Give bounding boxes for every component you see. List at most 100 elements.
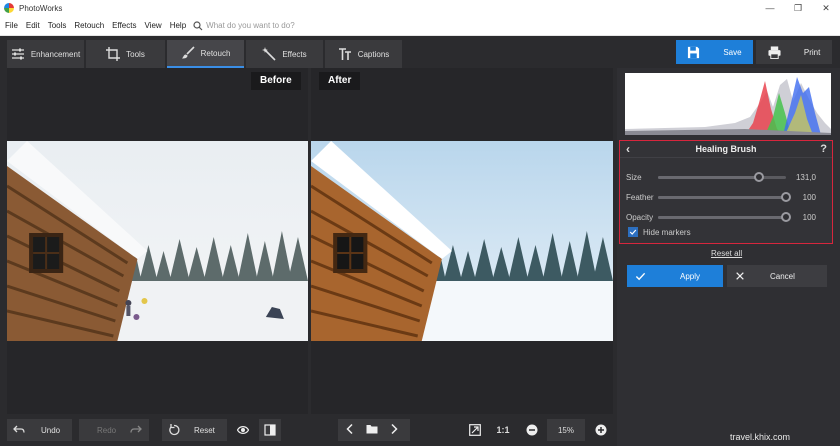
menu-help[interactable]: Help: [167, 21, 189, 30]
tab-retouch-label: Retouch: [200, 48, 231, 58]
print-label: Print: [803, 47, 821, 57]
floppy-disk-icon: [688, 46, 700, 58]
actual-size-button[interactable]: 1:1: [492, 419, 514, 441]
before-pane: Before: [7, 68, 308, 414]
after-photo: [311, 141, 613, 341]
watermark-text: travel.khix.com: [730, 432, 791, 442]
folder-icon: [366, 425, 378, 434]
chevron-left-icon: [346, 423, 353, 435]
healing-brush-title: Healing Brush: [695, 144, 757, 154]
healing-brush-header: ‹ Healing Brush ?: [620, 141, 832, 158]
size-slider-knob[interactable]: [754, 171, 765, 182]
opacity-value: 100: [802, 212, 816, 222]
tab-enhancement[interactable]: Enhancement: [7, 40, 84, 68]
cancel-label: Cancel: [770, 271, 795, 281]
histogram: [625, 73, 831, 135]
tab-captions[interactable]: Captions: [325, 40, 402, 68]
plus-circle-icon: [595, 424, 607, 436]
menu-tools[interactable]: Tools: [45, 21, 70, 30]
chevron-right-icon: [391, 423, 398, 435]
help-button[interactable]: ?: [820, 143, 827, 155]
zoom-out-button[interactable]: [521, 419, 543, 441]
hide-markers-checkbox[interactable]: [628, 227, 638, 237]
next-image-button[interactable]: [388, 423, 400, 437]
feather-slider-row: Feather 100: [626, 191, 826, 203]
menu-retouch[interactable]: Retouch: [71, 21, 107, 30]
healing-brush-panel: ‹ Healing Brush ? Size 131,0 Feather 100…: [619, 140, 833, 244]
tab-tools-label: Tools: [126, 49, 145, 59]
tab-effects-label: Effects: [282, 49, 307, 59]
back-chevron-icon[interactable]: ‹: [626, 142, 630, 156]
printer-icon: [768, 45, 781, 59]
search-box: [193, 20, 347, 31]
close-button[interactable]: ✕: [812, 0, 840, 16]
tab-captions-label: Captions: [357, 49, 390, 59]
title-bar: PhotoWorks — ❐ ✕: [0, 0, 840, 16]
cancel-button[interactable]: Cancel: [727, 265, 827, 287]
split-view-icon: [264, 424, 276, 436]
menu-effects[interactable]: Effects: [109, 21, 139, 30]
zoom-in-button[interactable]: [590, 419, 612, 441]
bottom-bar: Undo Redo Reset 1:1 15%: [0, 414, 617, 446]
top-toolbar: Enhancement Tools Retouch Effects Captio…: [0, 36, 840, 68]
close-icon: [736, 272, 744, 280]
undo-button[interactable]: Undo: [7, 419, 72, 441]
size-label: Size: [626, 172, 642, 182]
crop-icon: [106, 47, 121, 61]
undo-label: Undo: [41, 425, 61, 435]
print-button[interactable]: Print: [756, 40, 832, 64]
feather-slider-knob[interactable]: [781, 191, 791, 202]
feather-slider[interactable]: [658, 191, 791, 202]
redo-label: Redo: [97, 425, 117, 435]
apply-label: Apply: [680, 271, 701, 281]
winter-cabin-image-before: [7, 141, 308, 341]
opacity-slider-row: Opacity 100: [626, 211, 826, 223]
feather-label: Feather: [626, 192, 654, 202]
tab-tools[interactable]: Tools: [86, 40, 165, 68]
undo-icon: [13, 425, 25, 433]
zoom-level[interactable]: 15%: [547, 419, 585, 441]
right-panel: ‹ Healing Brush ? Size 131,0 Feather 100…: [617, 68, 840, 446]
apply-button[interactable]: Apply: [627, 265, 723, 287]
size-slider-fill: [658, 175, 760, 179]
fit-screen-icon: [469, 424, 481, 436]
magic-wand-icon: [262, 47, 276, 61]
preview-toggle-button[interactable]: [232, 419, 254, 441]
checkmark-icon: [629, 229, 637, 235]
reset-button[interactable]: Reset: [162, 419, 227, 441]
tab-retouch[interactable]: Retouch: [167, 40, 244, 68]
redo-icon: [130, 425, 143, 433]
minimize-button[interactable]: —: [756, 0, 784, 16]
opacity-label: Opacity: [626, 212, 654, 222]
open-folder-button[interactable]: [366, 423, 378, 437]
before-label: Before: [251, 72, 301, 90]
before-photo: [7, 141, 308, 341]
after-pane: After: [311, 68, 613, 414]
app-title: PhotoWorks: [19, 3, 63, 13]
opacity-slider-fill: [658, 215, 786, 219]
menu-edit[interactable]: Edit: [23, 21, 43, 30]
maximize-button[interactable]: ❐: [784, 0, 812, 16]
fit-to-screen-button[interactable]: [464, 419, 486, 441]
hide-markers-row: Hide markers: [628, 227, 691, 237]
search-input[interactable]: [206, 21, 347, 30]
feather-value: 100: [802, 192, 816, 202]
reset-all-link[interactable]: Reset all: [711, 249, 742, 258]
size-slider-row: Size 131,0: [626, 171, 826, 183]
search-icon: [193, 20, 203, 30]
redo-button[interactable]: Redo: [79, 419, 149, 441]
menu-file[interactable]: File: [2, 21, 21, 30]
tab-effects[interactable]: Effects: [246, 40, 323, 68]
hide-markers-label: Hide markers: [643, 227, 691, 237]
size-slider[interactable]: [658, 171, 786, 182]
opacity-slider[interactable]: [658, 211, 791, 222]
opacity-slider-knob[interactable]: [781, 211, 791, 222]
save-button[interactable]: Save: [676, 40, 753, 64]
previous-image-button[interactable]: [344, 423, 356, 437]
eye-icon: [237, 426, 249, 434]
menu-view[interactable]: View: [141, 21, 164, 30]
brush-icon: [181, 46, 195, 59]
histogram-graph: [625, 77, 831, 135]
tab-enhancement-label: Enhancement: [30, 49, 81, 59]
compare-view-button[interactable]: [259, 419, 281, 441]
